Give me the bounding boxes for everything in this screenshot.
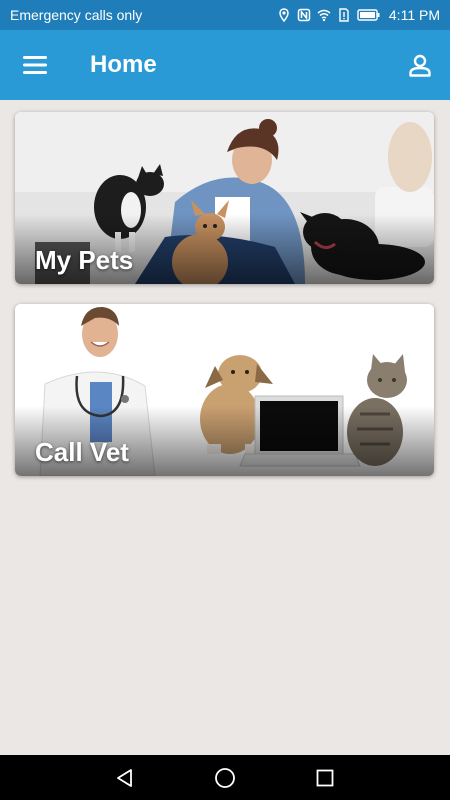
back-icon xyxy=(117,768,132,787)
sim-alert-icon xyxy=(339,8,349,22)
nfc-icon xyxy=(297,8,311,22)
account-icon xyxy=(409,54,431,77)
status-icons xyxy=(277,8,381,22)
home-icon xyxy=(215,767,235,788)
my-pets-label: My Pets xyxy=(35,245,134,275)
carrier-text: Emergency calls only xyxy=(10,7,143,23)
call-vet-card[interactable]: Call Vet xyxy=(15,304,434,476)
battery-icon xyxy=(357,9,380,21)
navigation-bar xyxy=(0,755,450,800)
page-title: Home xyxy=(90,51,157,78)
clock: 4:11 PM xyxy=(388,7,440,23)
wifi-icon xyxy=(317,9,331,22)
recents-icon xyxy=(316,769,334,786)
account-button[interactable] xyxy=(390,30,450,100)
hamburger-menu-icon xyxy=(23,56,47,74)
app-bar: Home xyxy=(0,30,450,100)
status-bar: Emergency calls only 4:11 PM xyxy=(0,0,450,30)
call-vet-label: Call Vet xyxy=(35,437,129,467)
location-icon xyxy=(279,8,289,22)
menu-button[interactable] xyxy=(0,30,70,100)
recents-button[interactable] xyxy=(275,755,375,800)
home-button[interactable] xyxy=(175,755,275,800)
back-button[interactable] xyxy=(75,755,175,800)
my-pets-card[interactable]: My Pets xyxy=(15,112,434,284)
